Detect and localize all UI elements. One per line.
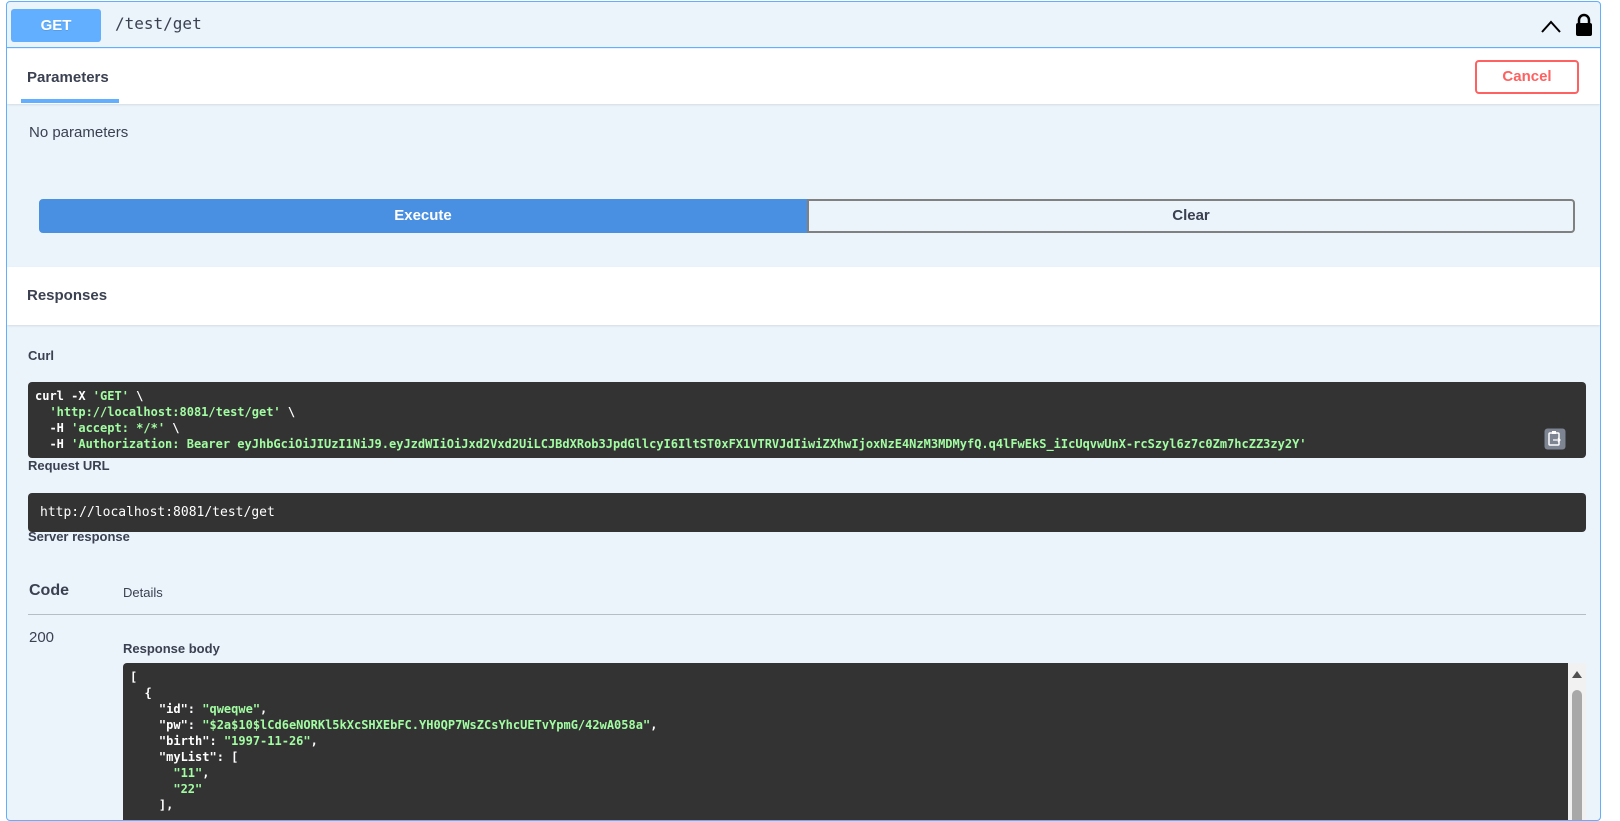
json-string: "$2a$10$lCd6eNORKl5kXcSHXEbFC.YH0QP7WsZC… — [202, 718, 651, 732]
operation-summary[interactable]: GET /test/get — [7, 2, 1600, 48]
responses-title: Responses — [27, 287, 108, 304]
curl-line: -H 'accept: */*' \ — [35, 420, 1579, 436]
json-punct: : — [187, 702, 203, 716]
json-line: "pw": "$2a$10$lCd6eNORKl5kXcSHXEbFC.YH0Q… — [130, 717, 1561, 733]
execute-button-group: Execute Clear — [39, 199, 1575, 233]
curl-text: curl -X — [35, 389, 93, 403]
curl-line: -H 'Authorization: Bearer eyJhbGciOiJIUz… — [35, 436, 1579, 452]
curl-line: 'http://localhost:8081/test/get' \ — [35, 404, 1579, 420]
no-parameters-text: No parameters — [29, 124, 129, 141]
json-punct: : — [187, 718, 203, 732]
json-string: "11" — [130, 766, 203, 780]
response-body-code[interactable]: [ { "id": "qweqwe", "pw": "$2a$10$lCd6eN… — [123, 663, 1568, 820]
json-line: "myList": [ — [130, 749, 1561, 765]
clear-button[interactable]: Clear — [807, 199, 1575, 233]
curl-string: 'accept: */*' — [71, 421, 166, 435]
active-tab-indicator — [21, 99, 119, 103]
curl-text: \ — [165, 421, 180, 435]
json-key: "id" — [130, 702, 188, 716]
scroll-up-arrow-icon[interactable] — [1572, 671, 1582, 678]
curl-string: 'http://localhost:8081/test/get' — [49, 405, 281, 419]
json-punct: , — [202, 766, 210, 780]
json-line: "id": "qweqwe", — [130, 701, 1561, 717]
json-key: "birth" — [130, 734, 210, 748]
curl-string: 'Authorization: Bearer eyJhbGciOiJIUzI1N… — [71, 437, 1307, 451]
json-punct: , — [310, 734, 318, 748]
table-header-details: Details — [123, 585, 163, 600]
request-url-label: Request URL — [28, 458, 110, 473]
http-method-badge: GET — [11, 9, 101, 42]
json-punct: : — [209, 734, 224, 748]
operation-block-get-test-get: GET /test/get Parameters Cancel No param… — [6, 1, 1601, 821]
cancel-button[interactable]: Cancel — [1475, 60, 1579, 94]
response-status-code: 200 — [29, 629, 55, 646]
curl-text: \ — [128, 389, 144, 403]
tab-parameters[interactable]: Parameters — [27, 69, 109, 86]
request-url-value[interactable]: http://localhost:8081/test/get — [28, 493, 1586, 532]
json-punct: , — [260, 702, 268, 716]
response-body-scrollbar[interactable] — [1568, 663, 1586, 820]
operation-path: /test/get — [115, 14, 202, 33]
json-punct: , — [650, 718, 658, 732]
curl-text: -H — [35, 421, 72, 435]
responses-header: Responses — [7, 267, 1600, 325]
json-line: [ — [130, 670, 138, 684]
scroll-thumb[interactable] — [1572, 690, 1582, 820]
curl-text: \ — [280, 405, 296, 419]
execute-button[interactable]: Execute — [39, 199, 807, 233]
curl-line: curl -X 'GET' \ — [35, 388, 1579, 404]
json-string: "1997-11-26" — [223, 734, 311, 748]
curl-text: -H — [35, 437, 72, 451]
json-string: "qweqwe" — [202, 702, 261, 716]
json-key: "myList" — [130, 750, 217, 764]
curl-code-block[interactable]: curl -X 'GET' \ 'http://localhost:8081/t… — [28, 382, 1586, 458]
json-punct: : [ — [216, 750, 239, 764]
json-line: "22" — [130, 781, 1561, 797]
json-line: { — [130, 686, 152, 700]
response-body-label: Response body — [123, 641, 220, 656]
server-response-label: Server response — [28, 529, 130, 544]
lock-icon[interactable] — [1573, 13, 1595, 37]
curl-string: 'GET' — [92, 389, 129, 403]
table-divider — [28, 614, 1586, 615]
json-line: "birth": "1997-11-26", — [130, 733, 1561, 749]
curl-label: Curl — [28, 348, 54, 363]
parameters-tab-header: Parameters Cancel — [7, 49, 1600, 104]
json-string: "22" — [130, 782, 203, 796]
chevron-up-icon[interactable] — [1539, 16, 1563, 36]
curl-text — [35, 405, 49, 419]
json-key: "pw" — [130, 718, 188, 732]
json-line: "11", — [130, 765, 1561, 781]
copy-to-clipboard-icon[interactable] — [1544, 428, 1566, 450]
json-line: ], — [130, 798, 174, 812]
table-header-code: Code — [29, 582, 69, 599]
